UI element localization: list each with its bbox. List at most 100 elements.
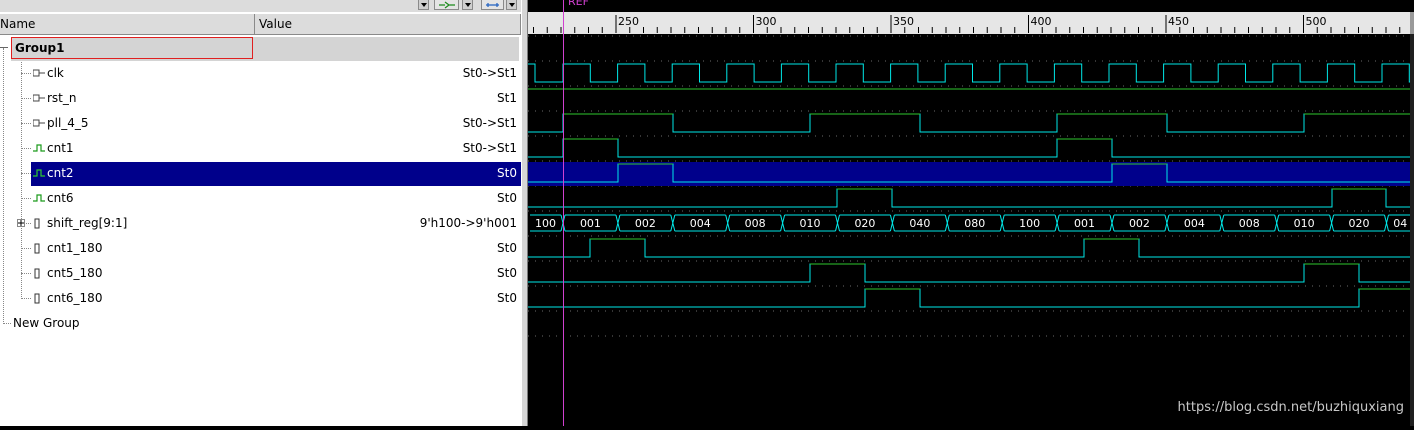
signal-name: cnt5_180 xyxy=(47,266,103,280)
bus-value: 002 xyxy=(1129,217,1150,230)
bus-value: 001 xyxy=(1074,217,1095,230)
tree-line xyxy=(21,148,31,150)
new-group-label: New Group xyxy=(13,316,80,330)
wave-cnt1 xyxy=(528,138,1414,158)
bus-transition xyxy=(1054,214,1060,232)
bus-value: 002 xyxy=(635,217,656,230)
toolbar-dropdown-2[interactable] xyxy=(462,0,473,10)
signal-rst-n[interactable]: rst_n St1 xyxy=(0,86,521,111)
name-column-header[interactable]: Name xyxy=(0,14,255,35)
zoom-icon[interactable] xyxy=(481,0,504,10)
bus-value: 040 xyxy=(909,217,930,230)
ruler-tick-label: 350 xyxy=(893,15,914,28)
signal-value: St1 xyxy=(497,91,517,105)
wave-cnt6-180 xyxy=(528,288,1414,308)
tree-line xyxy=(21,98,31,100)
waveform-canvas[interactable]: REF 250 300 350 400 450 500 100 001 002 004 008 010 0… xyxy=(528,0,1414,426)
column-header: Name Value xyxy=(0,13,521,35)
signal-cnt1-180[interactable]: cnt1_180 St0 xyxy=(0,236,521,261)
bus-transition xyxy=(670,214,676,232)
ruler-tick-label: 500 xyxy=(1306,15,1327,28)
waveform-right-edge xyxy=(1410,34,1414,426)
bus-transition xyxy=(1219,214,1225,232)
expand-plus-icon[interactable] xyxy=(17,219,25,227)
signal-value: St0->St1 xyxy=(462,141,517,155)
waveform-panel[interactable]: REF 250 300 350 400 450 500 100 001 002 004 008 010 0… xyxy=(528,0,1414,426)
bus-icon xyxy=(33,217,45,229)
signal-cnt5-180[interactable]: cnt5_180 St0 xyxy=(0,261,521,286)
bus-transition xyxy=(1164,214,1170,232)
bus-value: 010 xyxy=(800,217,821,230)
bus-transition xyxy=(944,214,950,232)
wave-cnt5-180 xyxy=(528,263,1414,283)
signal-cnt6[interactable]: cnt6 St0 xyxy=(0,186,521,211)
signal-cnt1[interactable]: cnt1 St0->St1 xyxy=(0,136,521,161)
ruler-tick-label: 400 xyxy=(1031,15,1052,28)
collapse-minus-icon[interactable] xyxy=(0,47,8,48)
tree-line xyxy=(21,198,31,200)
step-icon[interactable] xyxy=(434,0,459,10)
signal-clk[interactable]: clk St0->St1 xyxy=(0,61,521,86)
bus-value: 04 xyxy=(1393,217,1407,230)
bus-value: 004 xyxy=(690,217,711,230)
signal-name: cnt6_180 xyxy=(47,291,103,305)
bus-transition xyxy=(835,214,840,232)
signal-value: St0->St1 xyxy=(462,66,517,80)
tree-line xyxy=(21,123,31,125)
signal-shift-reg[interactable]: shift_reg[9:1] 9'h100->9'h001 xyxy=(0,211,521,236)
wave-cnt6 xyxy=(528,188,1414,208)
input-port-icon xyxy=(32,92,45,104)
register-icon xyxy=(33,267,45,279)
bus-transition xyxy=(889,214,895,232)
new-group-row[interactable]: New Group xyxy=(0,311,521,336)
signal-name: cnt1_180 xyxy=(47,241,103,255)
tree-line xyxy=(21,73,31,75)
signal-value: St0 xyxy=(497,266,517,280)
bus-value: 100 xyxy=(535,217,556,230)
bus-transition xyxy=(1274,214,1280,232)
signal-name: pll_4_5 xyxy=(47,116,89,130)
bus-value: 020 xyxy=(1349,217,1370,230)
register-icon xyxy=(33,292,45,304)
signal-value: St0->St1 xyxy=(462,116,517,130)
group1-row[interactable]: Group1 xyxy=(0,36,521,61)
signal-name: cnt2 xyxy=(47,166,74,180)
toolbar-dropdown-3[interactable] xyxy=(506,0,517,10)
time-ruler xyxy=(528,12,1410,34)
signal-list-panel: Name Value Group1 clk St0->St1 rst_n St1 pll_… xyxy=(0,0,521,426)
signal-value: 9'h100->9'h001 xyxy=(419,216,517,230)
watermark: https://blog.csdn.net/buzhiquxiang xyxy=(1177,400,1404,415)
pane-splitter[interactable] xyxy=(521,0,528,426)
signal-value: St0 xyxy=(497,291,517,305)
signal-value: St0 xyxy=(497,191,517,205)
signal-cnt6-180[interactable]: cnt6_180 St0 xyxy=(0,286,521,311)
wave-pll-4-5 xyxy=(528,113,1414,133)
waveform-top-strip xyxy=(528,0,1414,12)
bus-transition xyxy=(725,214,731,232)
bus-value: 008 xyxy=(745,217,766,230)
signal-pll-4-5[interactable]: pll_4_5 St0->St1 xyxy=(0,111,521,136)
bus-value: 001 xyxy=(580,217,601,230)
bus-transition xyxy=(780,214,786,232)
signal-cnt2[interactable]: cnt2 St0 xyxy=(0,161,521,186)
ref-marker-label: REF xyxy=(568,0,589,8)
tree-line xyxy=(21,173,31,175)
bus-transition xyxy=(1384,214,1389,232)
group-label: Group1 xyxy=(15,41,65,55)
wire-icon xyxy=(33,167,45,179)
value-column-header[interactable]: Value xyxy=(255,14,521,35)
bus-value: 100 xyxy=(1019,217,1040,230)
bus-value: 080 xyxy=(964,217,985,230)
bus-transition xyxy=(615,214,621,232)
tree-line xyxy=(21,298,31,300)
bus-value: 008 xyxy=(1239,217,1260,230)
ruler-edge xyxy=(1410,12,1414,34)
toolbar xyxy=(0,0,521,12)
ruler-tick-label: 450 xyxy=(1168,15,1189,28)
selection-highlight xyxy=(31,162,521,186)
signal-value: St0 xyxy=(497,166,517,180)
toolbar-dropdown-1[interactable] xyxy=(418,0,429,10)
signal-name: shift_reg[9:1] xyxy=(47,216,128,230)
signal-value: St0 xyxy=(497,241,517,255)
signal-name: cnt6 xyxy=(47,191,74,205)
